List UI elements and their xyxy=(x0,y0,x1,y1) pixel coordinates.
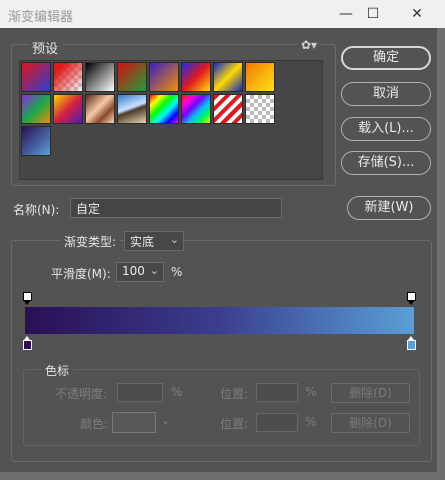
gear-icon[interactable]: ✿▾ xyxy=(298,38,321,52)
preset-swatch-blue-red-yellow[interactable] xyxy=(181,62,211,92)
name-label: 名称(N): xyxy=(13,203,60,217)
preset-swatch-red-green[interactable] xyxy=(117,62,147,92)
new-button[interactable]: 新建(W) xyxy=(347,196,431,220)
delete-opacity-stop-button[interactable]: 删除(D) xyxy=(331,383,410,403)
gradient-type-label: 渐变类型: xyxy=(60,233,121,250)
color-position-label: 位置: xyxy=(220,417,249,431)
preset-swatch-violet-blue[interactable] xyxy=(21,126,51,156)
preset-swatch-orange-yellow[interactable] xyxy=(245,62,275,92)
save-button[interactable]: 存储(S)... xyxy=(341,151,431,175)
color-stop-left[interactable] xyxy=(23,336,32,350)
opacity-unit: % xyxy=(171,385,183,399)
gradient-type-value: 实底 xyxy=(130,235,155,249)
chevron-down-icon: ⌄ xyxy=(161,414,171,427)
load-button[interactable]: 载入(L)... xyxy=(341,117,431,141)
name-input[interactable]: 自定 xyxy=(70,198,282,218)
smoothness-label: 平滑度(M): xyxy=(51,267,111,281)
preset-swatch-list xyxy=(19,60,323,180)
window-edge-bottom xyxy=(0,472,445,480)
opacity-stop-right[interactable] xyxy=(407,292,416,305)
preset-swatch-black-white[interactable] xyxy=(85,62,115,92)
color-stops-label: 色标 xyxy=(41,362,74,379)
preset-swatch-spectrum-1[interactable] xyxy=(149,94,179,124)
close-icon[interactable]: ✕ xyxy=(403,3,431,25)
maximize-icon[interactable]: ☐ xyxy=(359,3,387,25)
preset-swatch-stripes[interactable] xyxy=(213,94,243,124)
delete-color-stop-button[interactable]: 删除(D) xyxy=(331,413,410,433)
color-position-unit: % xyxy=(305,415,317,429)
ok-button[interactable]: 确定 xyxy=(341,46,431,70)
window-title: 渐变编辑器 xyxy=(8,10,74,25)
opacity-position-unit: % xyxy=(305,385,317,399)
cancel-button[interactable]: 取消 xyxy=(341,82,431,106)
smoothness-stepper[interactable]: 100 ⌄ xyxy=(116,262,164,282)
preset-swatch-chrome[interactable] xyxy=(117,94,147,124)
preset-swatch-red-transparent[interactable] xyxy=(53,62,83,92)
opacity-label: 不透明度: xyxy=(55,387,108,401)
preset-swatch-blue-yellow-blue[interactable] xyxy=(213,62,243,92)
opacity-stop-left[interactable] xyxy=(23,292,32,305)
color-position-input[interactable] xyxy=(256,413,298,432)
opacity-position-input[interactable] xyxy=(256,383,298,402)
title-bar: 渐变编辑器 — ☐ ✕ xyxy=(0,0,445,28)
gradient-type-select[interactable]: 实底 ⌄ xyxy=(124,231,184,251)
preset-swatch-transparent[interactable] xyxy=(245,94,275,124)
color-stops-group xyxy=(23,369,420,446)
chevron-down-icon: ⌄ xyxy=(169,233,179,246)
presets-label: 预设 xyxy=(28,38,63,57)
preset-swatch-violet-green-orange[interactable] xyxy=(21,94,51,124)
color-swatch-field[interactable] xyxy=(112,412,156,433)
window-edge xyxy=(437,28,445,480)
gradient-preview-bar[interactable] xyxy=(25,307,414,334)
chevron-down-icon: ⌄ xyxy=(149,264,159,277)
preset-swatch-spectrum-2[interactable] xyxy=(181,94,211,124)
color-stop-right[interactable] xyxy=(407,336,416,350)
preset-swatch-copper[interactable] xyxy=(85,94,115,124)
percent-sign: % xyxy=(171,265,183,279)
opacity-position-label: 位置: xyxy=(220,387,249,401)
preset-swatch-red-blue[interactable] xyxy=(21,62,51,92)
minimize-icon[interactable]: — xyxy=(332,3,360,25)
smoothness-value: 100 xyxy=(122,264,145,278)
color-label: 颜色: xyxy=(80,417,109,431)
preset-swatch-violet-orange[interactable] xyxy=(149,62,179,92)
opacity-input[interactable] xyxy=(117,383,163,402)
preset-swatch-yellow-violet[interactable] xyxy=(53,94,83,124)
